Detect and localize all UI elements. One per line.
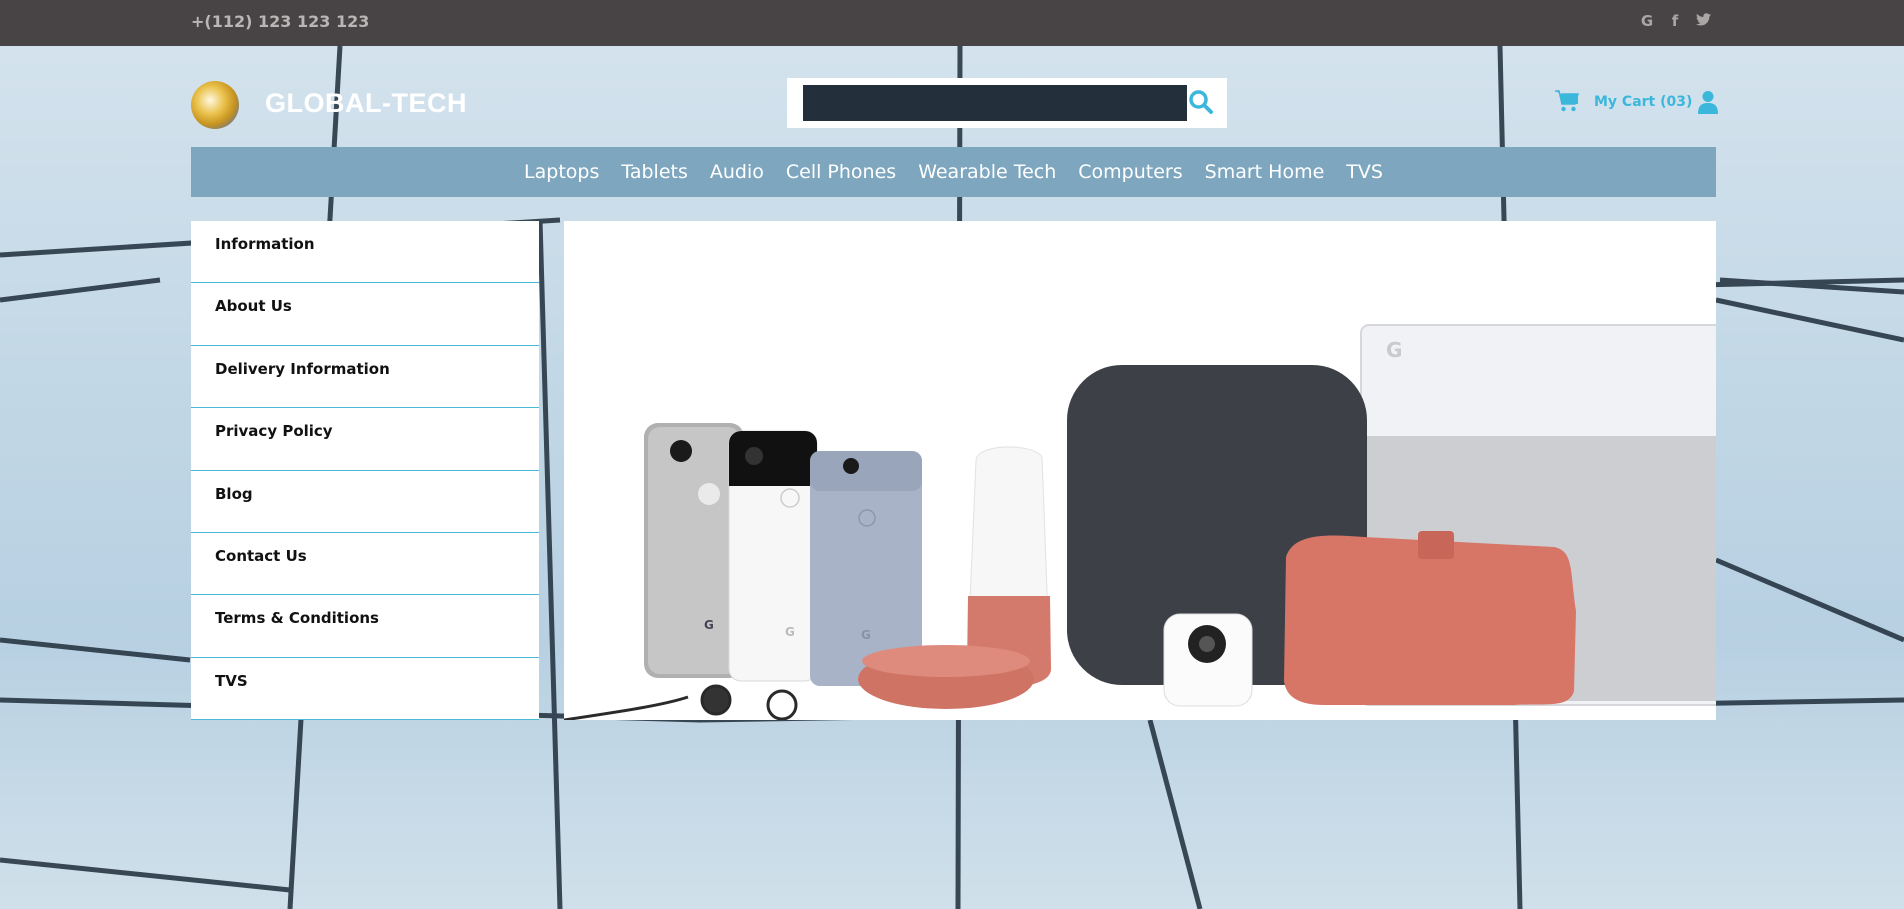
nav-item-computers[interactable]: Computers: [1078, 161, 1182, 183]
phones-illustration: G G G: [644, 423, 922, 686]
svg-text:G: G: [1386, 338, 1402, 362]
sidebar-item-privacy-policy[interactable]: Privacy Policy: [191, 408, 539, 471]
svg-text:G: G: [861, 628, 871, 642]
top-bar: +(112) 123 123 123 G f: [0, 0, 1904, 46]
svg-text:G: G: [785, 625, 795, 639]
nav-item-cell-phones[interactable]: Cell Phones: [786, 161, 896, 183]
search-button[interactable]: [1187, 89, 1215, 117]
mini-speaker-illustration: [858, 645, 1034, 709]
svg-text:G: G: [704, 618, 714, 632]
sidebar-item-information[interactable]: Information: [191, 221, 539, 284]
product-lineup-image: G G G G: [564, 324, 1716, 720]
site-header: GLOBAL-TECH My Cart (03): [0, 46, 1904, 146]
nav-item-audio[interactable]: Audio: [710, 161, 764, 183]
phone-number: +(112) 123 123 123: [191, 12, 370, 31]
nav-item-smart-home[interactable]: Smart Home: [1205, 161, 1325, 183]
hero-banner[interactable]: G G G G: [564, 221, 1716, 720]
sidebar-item-terms-conditions[interactable]: Terms & Conditions: [191, 595, 539, 658]
nav-item-laptops[interactable]: Laptops: [524, 161, 599, 183]
category-nav: Laptops Tablets Audio Cell Phones Wearab…: [191, 147, 1716, 197]
sidebar-item-about-us[interactable]: About Us: [191, 283, 539, 346]
brand-name[interactable]: GLOBAL-TECH: [265, 88, 467, 119]
search-bar: [787, 78, 1227, 128]
user-account-icon[interactable]: [1698, 90, 1718, 114]
sidebar-item-contact-us[interactable]: Contact Us: [191, 533, 539, 596]
cart-link[interactable]: My Cart (03): [1594, 94, 1692, 110]
google-icon[interactable]: G: [1640, 12, 1654, 30]
brand-logo[interactable]: [191, 81, 239, 129]
camera-illustration: [1163, 613, 1253, 707]
search-icon: [1189, 90, 1213, 114]
vr-headset-illustration: [1284, 531, 1576, 705]
twitter-icon[interactable]: [1696, 12, 1711, 30]
facebook-icon[interactable]: f: [1668, 12, 1682, 30]
cable-illustration: [564, 684, 798, 720]
info-sidebar: Information About Us Delivery Informatio…: [191, 221, 539, 721]
cart-icon[interactable]: [1555, 90, 1579, 112]
sidebar-item-delivery-information[interactable]: Delivery Information: [191, 346, 539, 409]
nav-item-wearable-tech[interactable]: Wearable Tech: [918, 161, 1056, 183]
nav-item-tvs[interactable]: TVS: [1346, 161, 1383, 183]
search-input[interactable]: [803, 85, 1187, 121]
sidebar-item-tvs[interactable]: TVS: [191, 658, 539, 721]
sidebar-item-blog[interactable]: Blog: [191, 471, 539, 533]
nav-item-tablets[interactable]: Tablets: [621, 161, 687, 183]
social-links: G f: [1640, 12, 1711, 30]
